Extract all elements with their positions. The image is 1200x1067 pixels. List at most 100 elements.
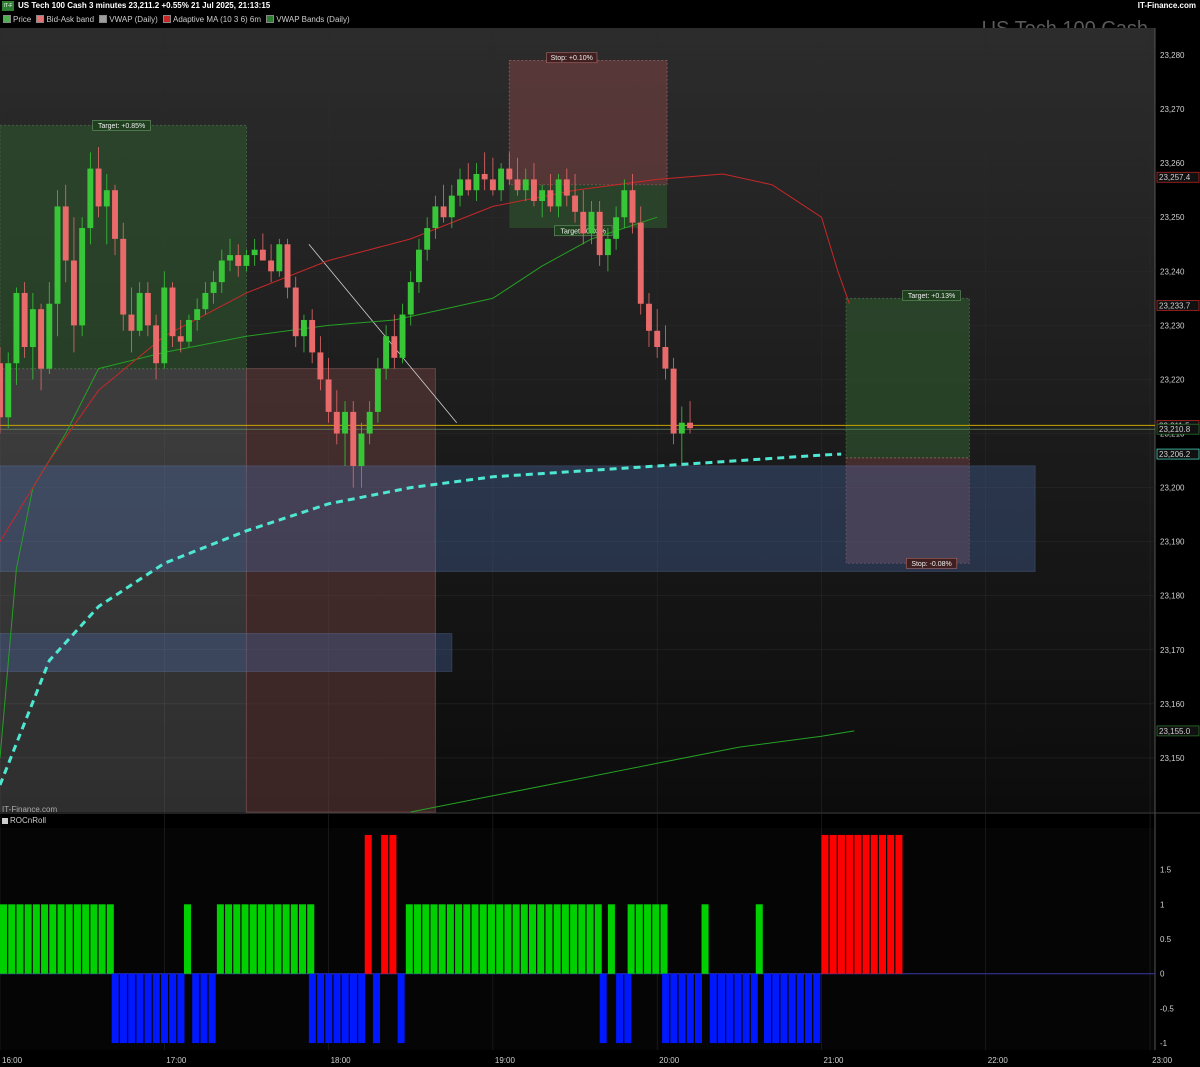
roc-bar (389, 834, 397, 974)
candle-body (227, 255, 233, 261)
stop-zone-2 (508, 59, 668, 186)
roc-bar (662, 973, 670, 1044)
price-axis-tick: 23,240 (1160, 267, 1185, 276)
roc-legend[interactable]: ROCnRoll (0, 816, 46, 826)
stop-label-2: Stop: +0.10% (551, 55, 593, 62)
candle-body (596, 211, 603, 256)
candle-body (333, 411, 340, 434)
candle-body (103, 190, 110, 207)
candle-body (580, 211, 587, 234)
roc-bar (870, 834, 878, 974)
candle-body (177, 336, 184, 342)
candle-body (457, 179, 463, 196)
time-axis-tick: 18:00 (331, 1056, 352, 1065)
candle-body (629, 190, 636, 223)
roc-bar (780, 973, 788, 1044)
roc-bar (422, 904, 430, 974)
roc-bar (249, 904, 257, 974)
roc-bar (561, 904, 569, 974)
roc-bar (152, 973, 160, 1044)
candle-body (522, 179, 529, 191)
roc-bar (225, 904, 233, 974)
roc-bar (686, 973, 694, 1044)
candle-body (678, 422, 685, 434)
candle-body (46, 303, 53, 369)
roc-bar (512, 904, 520, 974)
candle-body (432, 206, 439, 229)
roc-bar (405, 904, 413, 974)
roc-bar (813, 973, 821, 1044)
roc-bar (553, 904, 561, 974)
roc-axis-tick: -0.5 (1160, 1004, 1174, 1013)
highlight-zone (0, 368, 247, 812)
candle-body (604, 238, 611, 256)
candle-body (588, 211, 595, 234)
candle-body (169, 287, 176, 337)
roc-bar (82, 904, 90, 974)
candle-body (374, 368, 381, 412)
price-axis-tick: 23,170 (1160, 646, 1185, 655)
candle-body (54, 206, 61, 304)
candle-body (276, 244, 283, 272)
support-zone-blue (0, 465, 1036, 572)
price-tag: 23,206.2 (1159, 450, 1191, 459)
candle-body (383, 336, 390, 369)
roc-bar (837, 834, 845, 974)
roc-axis-tick: 0 (1160, 970, 1165, 979)
roc-bar (772, 973, 780, 1044)
roc-bar (0, 904, 8, 974)
roc-bar (878, 834, 886, 974)
roc-bar (763, 973, 771, 1044)
price-axis-tick: 23,180 (1160, 592, 1185, 601)
candle-body (539, 190, 546, 202)
roc-bar (307, 904, 315, 974)
roc-bar (529, 904, 537, 974)
roc-bar (24, 904, 32, 974)
roc-bar (317, 973, 325, 1044)
roc-bar (184, 904, 192, 974)
candle-body (687, 422, 693, 429)
roc-bar (136, 973, 144, 1044)
candle-body (161, 287, 168, 364)
price-chart[interactable]: Target: +0.85%Stop: +0.10%Target: -0.03%… (0, 0, 1200, 1067)
roc-bar (599, 973, 607, 1044)
time-axis-tick: 21:00 (823, 1056, 844, 1065)
time-axis-tick: 22:00 (988, 1056, 1009, 1065)
price-axis-tick: 23,230 (1160, 321, 1185, 330)
roc-bar (734, 973, 742, 1044)
price-tag: 23,210.8 (1159, 425, 1191, 434)
roc-bar (397, 973, 405, 1044)
roc-bar (161, 973, 169, 1044)
roc-bar (796, 973, 804, 1044)
roc-bar (742, 973, 750, 1044)
roc-legend-label: ROCnRoll (10, 816, 47, 825)
roc-bar (586, 904, 594, 974)
candle-body (646, 303, 652, 331)
candle-body (136, 292, 143, 331)
roc-bar (128, 973, 136, 1044)
roc-bar (177, 973, 185, 1044)
candle-body (317, 352, 324, 380)
roc-bar (862, 834, 870, 974)
roc-bar (333, 973, 341, 1044)
roc-bar (299, 904, 307, 974)
roc-bar (854, 834, 862, 974)
roc-bar (487, 904, 495, 974)
roc-bar (887, 834, 895, 974)
time-axis-tick: 23:00 (1152, 1056, 1173, 1065)
roc-bar (652, 904, 660, 974)
candle-body (440, 206, 447, 218)
candle-body (350, 411, 357, 466)
roc-bar (233, 904, 241, 974)
candle-body (498, 168, 505, 191)
roc-bar (537, 904, 545, 974)
roc-bar (545, 904, 553, 974)
roc-bar (144, 973, 152, 1044)
roc-bar (520, 904, 528, 974)
roc-bar (755, 904, 763, 974)
candle-body (572, 195, 578, 212)
price-axis-tick: 23,220 (1160, 375, 1185, 384)
candle-body (38, 309, 45, 369)
roc-bar (607, 904, 615, 974)
candle-body (473, 173, 480, 191)
